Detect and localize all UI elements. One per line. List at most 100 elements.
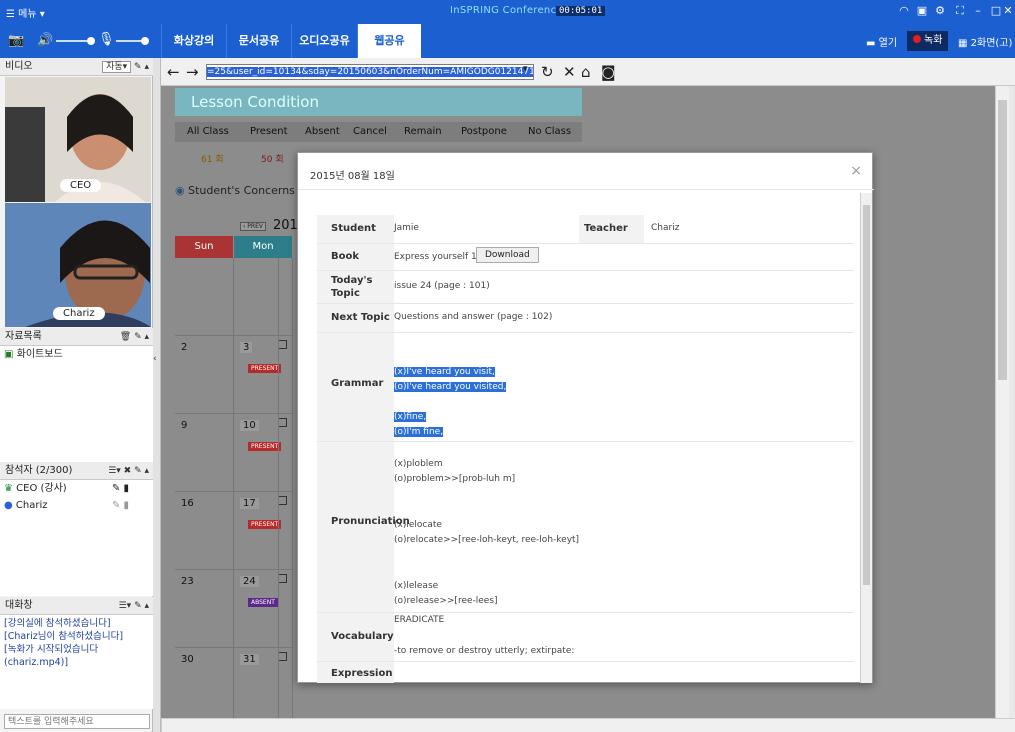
prev-month-button[interactable]: ‹ PREV	[240, 222, 266, 231]
calendar-divider	[278, 258, 297, 718]
grammar-label: Grammar	[317, 333, 394, 441]
calendar-day-number: 23	[181, 576, 194, 587]
folder-icon: ▬	[866, 38, 879, 49]
class-count-present: 50 회	[261, 155, 284, 165]
minimize-icon[interactable]: –	[970, 4, 986, 20]
pen-icon[interactable]: ✎ ▮	[112, 480, 129, 497]
url-input[interactable]: =25&user_id=10134&sday=20150603&nOrderNu…	[206, 64, 534, 80]
open-button[interactable]: ▬ 열기	[866, 34, 897, 49]
video-feed-chariz[interactable]: Chariz	[5, 203, 151, 327]
page-vertical-scrollbar[interactable]	[995, 86, 1009, 718]
calendar-day-number: 10	[240, 420, 259, 431]
pin-icon[interactable]: ✎	[131, 466, 142, 476]
collapse-icon[interactable]: ▴	[142, 466, 149, 476]
vocabulary-label: Vocabulary	[317, 613, 394, 661]
row-separator	[317, 243, 854, 244]
status-badge: PRESENT	[248, 520, 282, 529]
video-mode-select[interactable]: 자동▾	[102, 61, 132, 73]
collapse-icon[interactable]: ▴	[142, 601, 149, 611]
pin-icon[interactable]: ✎	[131, 332, 142, 342]
modal-title: 2015년 08월 18일	[310, 171, 395, 182]
panel-splitter[interactable]: ‹	[153, 58, 161, 732]
video-label-chariz: Chariz	[53, 307, 105, 320]
mute-icon[interactable]: ✖	[121, 466, 132, 476]
close-icon[interactable]: ✕	[1000, 4, 1015, 20]
list-menu-icon[interactable]: ☰▾	[119, 601, 132, 611]
pin-icon[interactable]: ✎	[134, 62, 142, 72]
materials-controls: 🗑 ✎ ▴	[120, 328, 149, 346]
microphone-icon[interactable]: 🎙	[98, 32, 115, 47]
wifi-icon: ◠	[899, 4, 909, 17]
status-badge: PRESENT	[248, 364, 282, 373]
refresh-icon[interactable]: ↻	[541, 63, 554, 81]
list-item[interactable]: ♛ CEO (강사) ✎ ▮	[0, 480, 153, 497]
speaker-volume-slider[interactable]	[56, 37, 95, 45]
camera-icon[interactable]: 📷	[8, 33, 24, 48]
chat-input[interactable]	[4, 714, 150, 729]
close-icon[interactable]: ×	[850, 163, 862, 179]
class-header: Cancel	[353, 126, 387, 137]
pin-icon[interactable]: ✎	[131, 601, 142, 611]
class-header: Postpone	[461, 126, 507, 137]
vocabulary-value: ERADICATE -to remove or destroy utterly;…	[394, 615, 575, 656]
class-status-header: All Class Present Absent Cancel Remain P…	[175, 122, 582, 142]
collapse-left-icon[interactable]: ‹	[153, 354, 157, 364]
pronunciation-value: (x)plobl​em (o)problem>>[prob-luh m] (x)…	[394, 459, 580, 606]
next-topic-label: Next Topic	[317, 304, 394, 332]
gear-icon[interactable]: ⚙	[932, 4, 948, 20]
trash-icon[interactable]: 🗑	[120, 332, 131, 342]
calendar-cell[interactable]: 2	[175, 336, 234, 414]
class-header: Present	[250, 126, 288, 137]
speaker-icon[interactable]: 🔊	[37, 33, 53, 48]
teacher-label: Teacher	[579, 215, 644, 243]
stop-icon[interactable]: ✕	[563, 63, 576, 81]
tab-document-share[interactable]: 문서공유	[226, 24, 291, 58]
back-icon[interactable]: ←	[167, 63, 180, 81]
mic-volume-slider[interactable]	[116, 37, 149, 45]
chat-panel-header: 대화창 ☰▾ ✎ ▴	[0, 597, 153, 615]
materials-panel-title: 자료목록	[5, 331, 42, 342]
capture-icon[interactable]: ◙	[601, 63, 616, 81]
forward-icon[interactable]: →	[186, 63, 199, 81]
teacher-value: Chariz	[651, 223, 680, 233]
crown-icon: ♛	[4, 483, 13, 494]
video-feed-ceo[interactable]: CEO	[5, 77, 151, 202]
tab-web-share[interactable]: 웹공유	[357, 24, 421, 58]
list-item[interactable]: ● Chariz ✎ ▮	[0, 497, 153, 514]
home-icon[interactable]: ⌂	[581, 63, 591, 81]
list-item[interactable]: ▣ 화이트보드	[0, 346, 153, 363]
chat-message: [Chariz님이 참석하셨습니다]	[4, 631, 124, 642]
tab-video-lecture[interactable]: 화상강의	[161, 24, 226, 58]
collapse-icon[interactable]: ▴	[144, 62, 149, 72]
tab-audio-share[interactable]: 오디오공유	[291, 24, 357, 58]
title-bar: ☰ 메뉴 ▾ InSPRING Conference 00:05:01 ◠ ▣ …	[0, 0, 1015, 24]
todays-topic-label: Today's Topic	[317, 271, 394, 303]
calendar-cell[interactable]: 9	[175, 414, 234, 492]
share-icon[interactable]: ▣	[914, 4, 930, 20]
row-separator	[317, 441, 854, 442]
calendar-cell[interactable]: 23	[175, 570, 234, 648]
pen-icon[interactable]: ✎ ▮	[112, 497, 129, 514]
calendar-day-number: 16	[181, 498, 194, 509]
fullscreen-icon[interactable]: ⛶	[952, 4, 968, 20]
main-menu-button[interactable]: ☰ 메뉴 ▾	[6, 5, 45, 20]
calendar-cell[interactable]: 30	[175, 648, 234, 718]
page-horizontal-scrollbar[interactable]	[161, 718, 1015, 732]
class-header: All Class	[187, 126, 229, 137]
video-label-ceo: CEO	[60, 179, 102, 192]
download-button[interactable]: Download	[476, 247, 539, 263]
calendar-day-number: 3	[240, 342, 253, 353]
chat-message: [강의실에 참석하셨습니다]	[4, 618, 111, 629]
modal-scrollbar[interactable]	[860, 193, 872, 683]
user-icon: ●	[4, 500, 13, 511]
row-separator	[317, 303, 854, 304]
record-button[interactable]: 녹화	[907, 31, 949, 51]
calendar-cell[interactable]: 16	[175, 492, 234, 570]
screen-mode-button[interactable]: ▦ 2화면(고)	[958, 34, 1012, 49]
class-header: Absent	[305, 126, 340, 137]
left-panel: 비디오 자동▾ ✎ ▴ CEO Chariz 자료목록 🗑 ✎ ▴ ▣ 화이트보…	[0, 58, 153, 732]
collapse-icon[interactable]: ▴	[142, 332, 149, 342]
list-menu-icon[interactable]: ☰▾	[108, 466, 121, 476]
url-dropdown-icon[interactable]: ▾	[523, 64, 528, 74]
class-count-all: 61 회	[201, 155, 224, 165]
